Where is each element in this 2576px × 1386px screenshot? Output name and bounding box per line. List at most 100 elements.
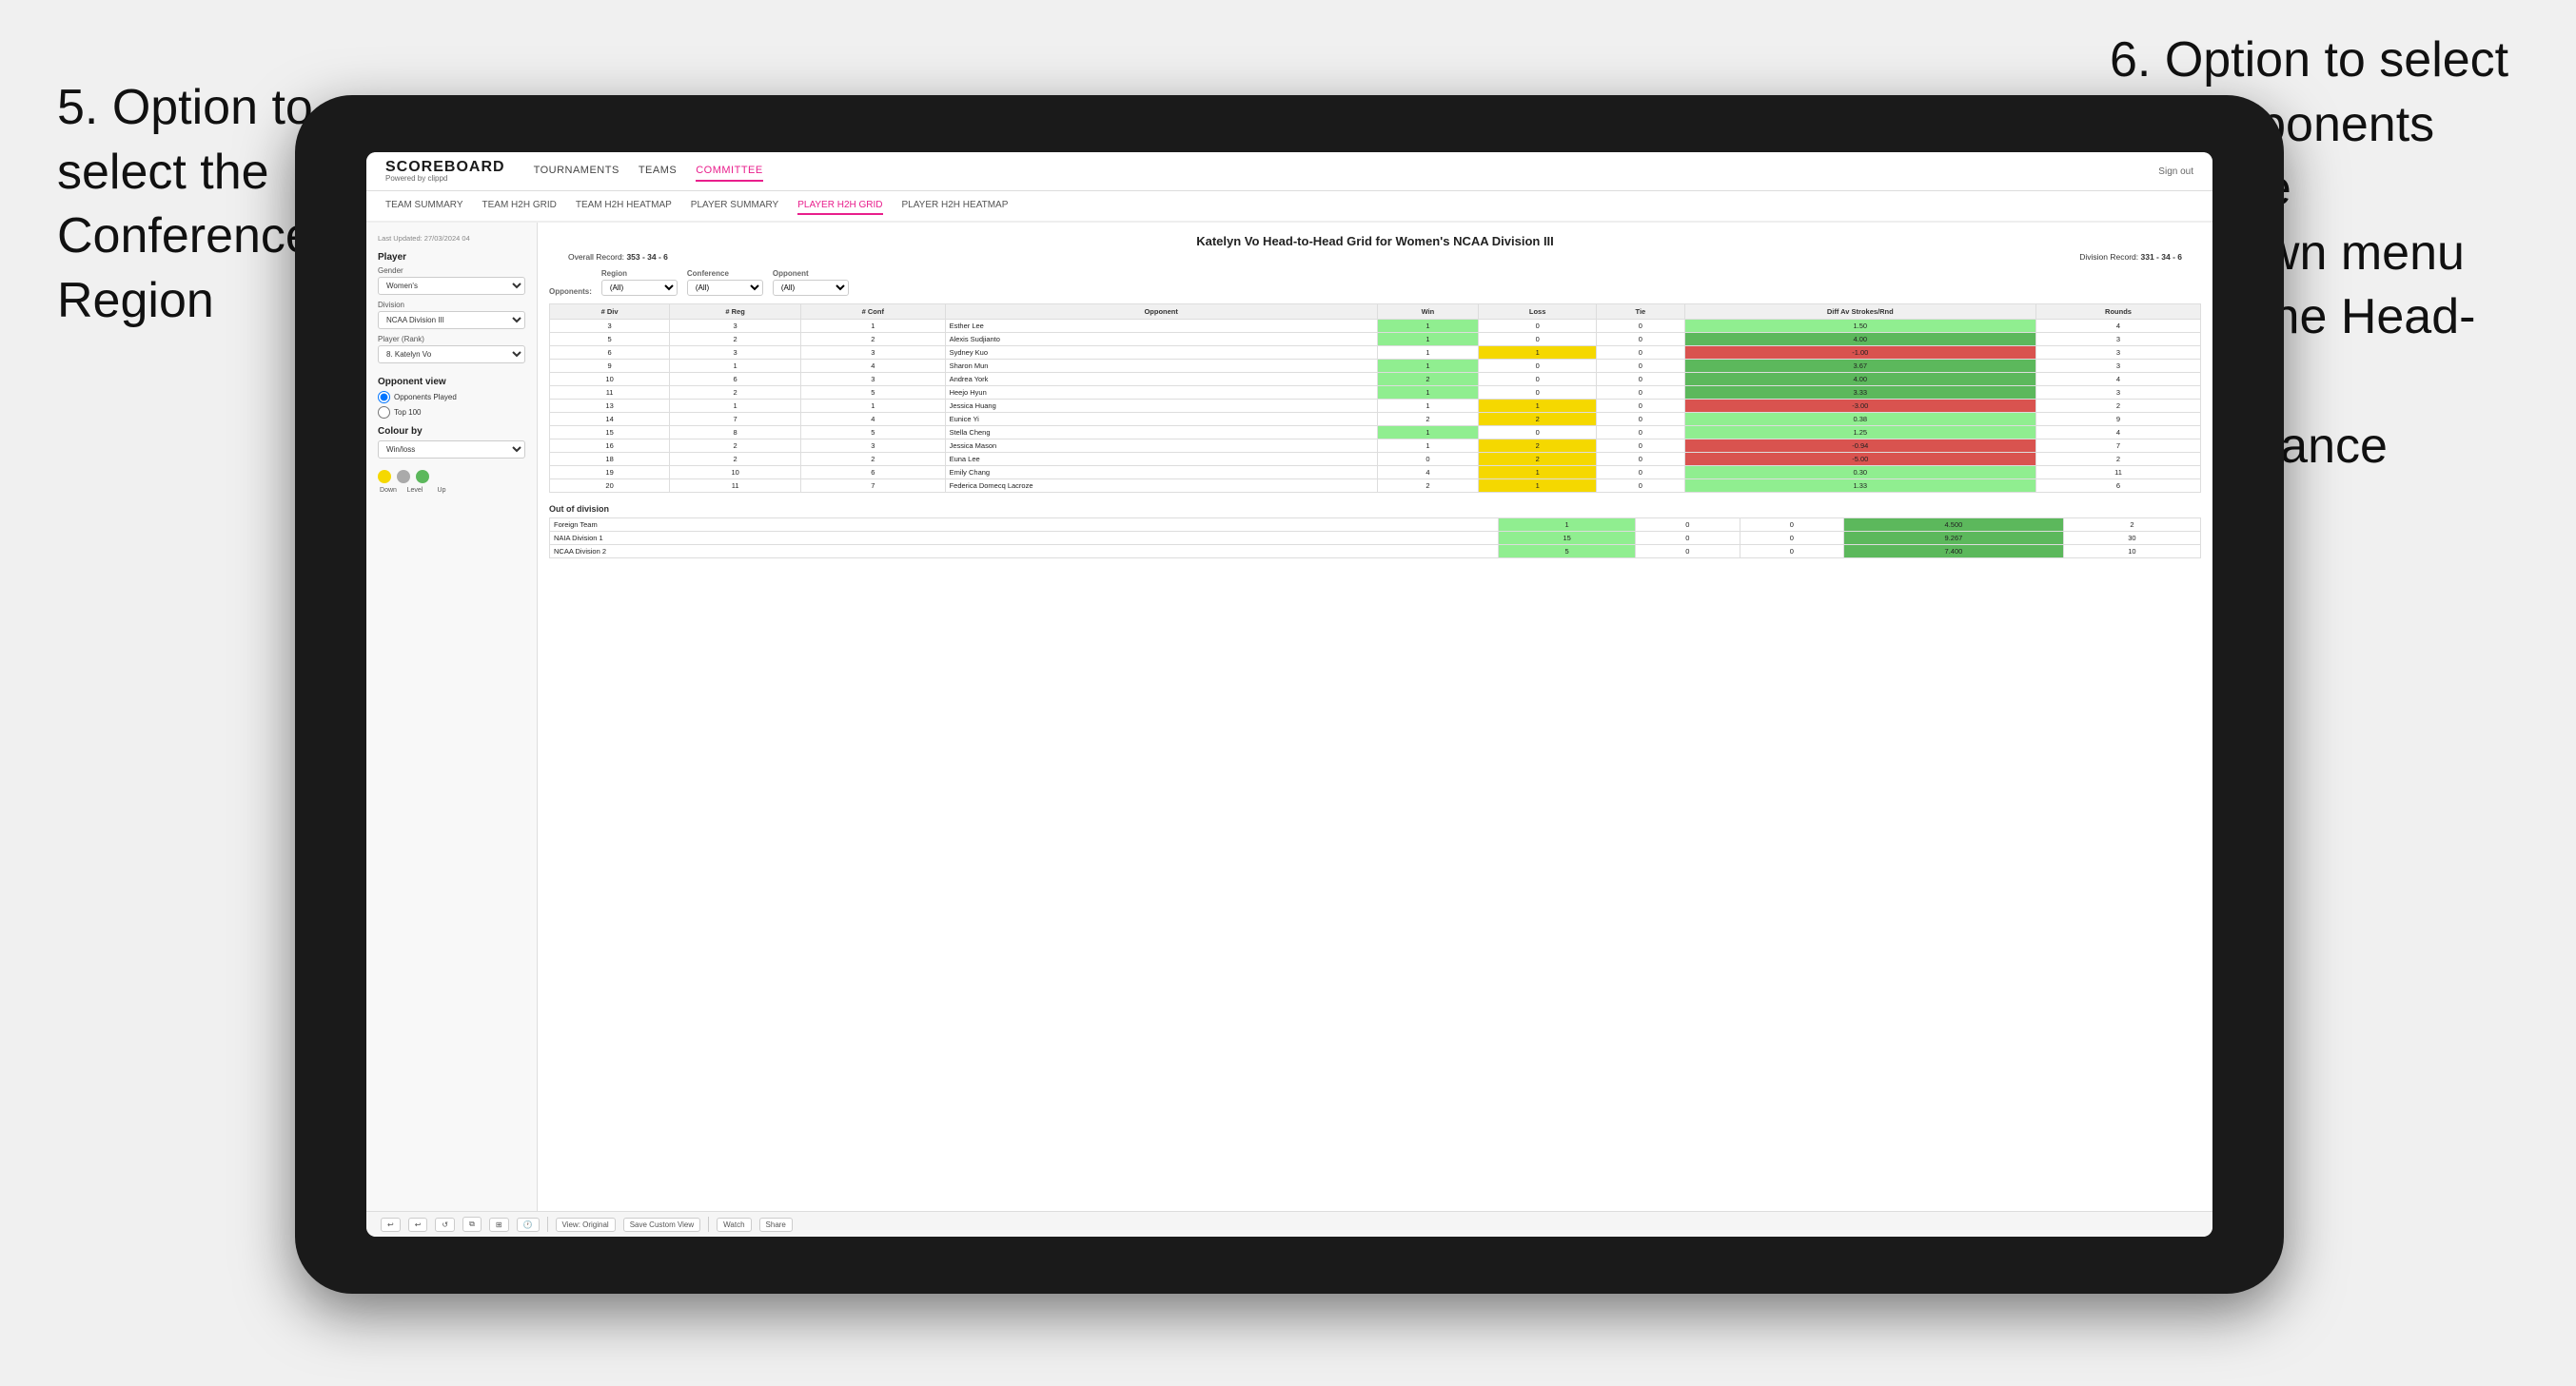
cell-opponent: Sharon Mun bbox=[945, 360, 1377, 373]
opponent-filter-label: Opponent bbox=[773, 269, 849, 278]
table-row: 5 2 2 Alexis Sudjianto 1 0 0 4.00 3 bbox=[550, 333, 2201, 346]
cell-div: 13 bbox=[550, 400, 670, 413]
main-content: Last Updated: 27/03/2024 04 Player Gende… bbox=[366, 223, 2212, 1211]
cell-tie: 0 bbox=[1597, 479, 1684, 493]
down-label: Down bbox=[378, 487, 399, 494]
cell-loss: 2 bbox=[1479, 453, 1597, 466]
dot-up bbox=[416, 470, 429, 483]
subnav-player-summary[interactable]: PLAYER SUMMARY bbox=[691, 197, 778, 215]
cell-diff: -5.00 bbox=[1684, 453, 2035, 466]
cell-rounds: 3 bbox=[2036, 333, 2201, 346]
table-row: 15 8 5 Stella Cheng 1 0 0 1.25 4 bbox=[550, 426, 2201, 439]
subnav-player-h2h-heatmap[interactable]: PLAYER H2H HEATMAP bbox=[902, 197, 1009, 215]
table-row: 13 1 1 Jessica Huang 1 1 0 -3.00 2 bbox=[550, 400, 2201, 413]
player-rank-select[interactable]: 8. Katelyn Vo bbox=[378, 345, 525, 363]
table-row: 11 2 5 Heejo Hyun 1 0 0 3.33 3 bbox=[550, 386, 2201, 400]
cell-reg: 2 bbox=[670, 439, 801, 453]
cell-div: 15 bbox=[550, 426, 670, 439]
cell-win: 2 bbox=[1377, 413, 1478, 426]
cell-loss: 1 bbox=[1479, 479, 1597, 493]
colour-select[interactable]: Win/loss bbox=[378, 440, 525, 459]
radio-opponents-played-input[interactable] bbox=[378, 391, 390, 403]
out-cell-tie: 0 bbox=[1740, 545, 1843, 558]
copy-button[interactable]: ⧉ bbox=[462, 1217, 482, 1232]
view-original-button[interactable]: View: Original bbox=[556, 1218, 616, 1232]
out-table-row: Foreign Team 1 0 0 4.500 2 bbox=[550, 518, 2201, 532]
filter-opponents-group: Opponents: bbox=[549, 287, 592, 296]
col-div: # Div bbox=[550, 304, 670, 320]
out-cell-diff: 7.400 bbox=[1844, 545, 2064, 558]
cell-diff: 1.25 bbox=[1684, 426, 2035, 439]
clock-button[interactable]: 🕐 bbox=[517, 1218, 540, 1232]
sign-out-link[interactable]: Sign out bbox=[2158, 166, 2193, 177]
cell-loss: 1 bbox=[1479, 466, 1597, 479]
filter-conference-group: Conference (All) bbox=[687, 269, 763, 296]
cell-rounds: 3 bbox=[2036, 360, 2201, 373]
annotation-right-line1: 6. Option to select bbox=[2110, 32, 2508, 88]
gender-select[interactable]: Women's bbox=[378, 277, 525, 295]
col-tie: Tie bbox=[1597, 304, 1684, 320]
opponents-filter-label: Opponents: bbox=[549, 287, 592, 296]
division-select[interactable]: NCAA Division III bbox=[378, 311, 525, 329]
out-cell-rounds: 2 bbox=[2063, 518, 2200, 532]
cell-opponent: Jessica Huang bbox=[945, 400, 1377, 413]
cell-opponent: Eunice Yi bbox=[945, 413, 1377, 426]
save-custom-button[interactable]: Save Custom View bbox=[623, 1218, 700, 1232]
out-table-body: Foreign Team 1 0 0 4.500 2 NAIA Division… bbox=[550, 518, 2201, 558]
out-cell-win: 15 bbox=[1499, 532, 1636, 545]
table-row: 19 10 6 Emily Chang 4 1 0 0.30 11 bbox=[550, 466, 2201, 479]
nav-committee[interactable]: COMMITTEE bbox=[696, 161, 763, 182]
nav-tournaments[interactable]: TOURNAMENTS bbox=[534, 161, 619, 182]
out-cell-diff: 9.267 bbox=[1844, 532, 2064, 545]
out-cell-rounds: 10 bbox=[2063, 545, 2200, 558]
subnav-team-h2h-grid[interactable]: TEAM H2H GRID bbox=[482, 197, 557, 215]
tablet-screen: SCOREBOARD Powered by clippd TOURNAMENTS… bbox=[366, 152, 2212, 1237]
share-button[interactable]: Share bbox=[759, 1218, 793, 1232]
nav-teams[interactable]: TEAMS bbox=[639, 161, 677, 182]
cell-loss: 0 bbox=[1479, 320, 1597, 333]
region-filter-select[interactable]: (All) bbox=[601, 280, 678, 296]
cell-conf: 5 bbox=[801, 386, 946, 400]
table-row: 3 3 1 Esther Lee 1 0 0 1.50 4 bbox=[550, 320, 2201, 333]
cell-conf: 6 bbox=[801, 466, 946, 479]
cell-rounds: 3 bbox=[2036, 386, 2201, 400]
cell-conf: 4 bbox=[801, 413, 946, 426]
undo-button[interactable]: ↩ bbox=[381, 1218, 401, 1232]
cell-reg: 2 bbox=[670, 386, 801, 400]
page-title: Katelyn Vo Head-to-Head Grid for Women's… bbox=[549, 234, 2201, 248]
cell-loss: 0 bbox=[1479, 426, 1597, 439]
annotation-left-line2: select the bbox=[57, 145, 269, 200]
redo-button[interactable]: ↩ bbox=[408, 1218, 428, 1232]
table-row: 9 1 4 Sharon Mun 1 0 0 3.67 3 bbox=[550, 360, 2201, 373]
subnav-player-h2h-grid[interactable]: PLAYER H2H GRID bbox=[797, 197, 882, 215]
top100-label: Top 100 bbox=[394, 408, 421, 417]
watch-button[interactable]: Watch bbox=[717, 1218, 751, 1232]
cell-diff: 4.00 bbox=[1684, 373, 2035, 386]
cell-tie: 0 bbox=[1597, 373, 1684, 386]
opponent-filter-select[interactable]: (All) bbox=[773, 280, 849, 296]
cell-tie: 0 bbox=[1597, 400, 1684, 413]
subnav-team-summary[interactable]: TEAM SUMMARY bbox=[385, 197, 463, 215]
cell-loss: 0 bbox=[1479, 360, 1597, 373]
cell-loss: 0 bbox=[1479, 333, 1597, 346]
radio-top100-input[interactable] bbox=[378, 406, 390, 419]
cell-div: 9 bbox=[550, 360, 670, 373]
cell-div: 18 bbox=[550, 453, 670, 466]
cell-tie: 0 bbox=[1597, 413, 1684, 426]
cell-win: 1 bbox=[1377, 400, 1478, 413]
conference-filter-select[interactable]: (All) bbox=[687, 280, 763, 296]
cell-rounds: 7 bbox=[2036, 439, 2201, 453]
cell-win: 1 bbox=[1377, 426, 1478, 439]
subnav-team-h2h-heatmap[interactable]: TEAM H2H HEATMAP bbox=[576, 197, 672, 215]
cell-div: 11 bbox=[550, 386, 670, 400]
out-of-division: Out of division Foreign Team 1 0 0 4.500… bbox=[549, 504, 2201, 558]
colour-section: Colour by Win/loss Down Level Up bbox=[378, 426, 525, 494]
logo-area: SCOREBOARD Powered by clippd bbox=[385, 160, 505, 183]
back-button[interactable]: ↺ bbox=[435, 1218, 455, 1232]
paste-button[interactable]: ⊞ bbox=[489, 1218, 509, 1232]
radio-top100[interactable]: Top 100 bbox=[378, 406, 525, 419]
out-cell-win: 5 bbox=[1499, 545, 1636, 558]
top-nav: SCOREBOARD Powered by clippd TOURNAMENTS… bbox=[366, 152, 2212, 191]
radio-opponents-played[interactable]: Opponents Played bbox=[378, 391, 525, 403]
cell-opponent: Sydney Kuo bbox=[945, 346, 1377, 360]
